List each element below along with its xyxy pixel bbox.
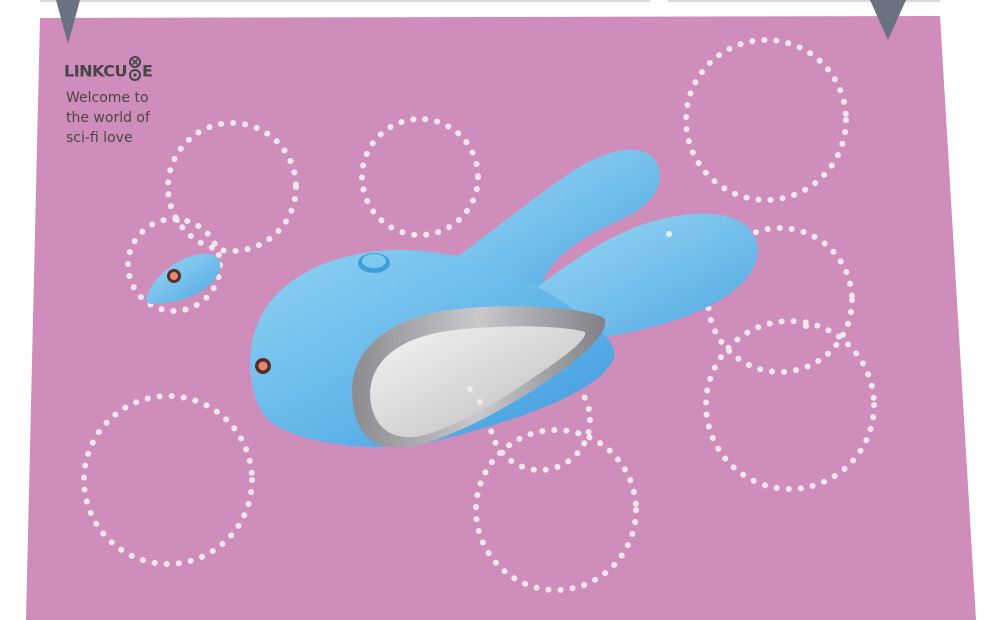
brand-logo[interactable]: LINKCU E — [64, 56, 153, 86]
tagline-line: Welcome to — [66, 90, 149, 106]
brand-logo-tail: E — [141, 61, 153, 81]
logo-cube-icon — [128, 56, 142, 86]
tagline-line: sci-fi love — [66, 130, 133, 146]
tagline-line: the world of — [66, 110, 150, 126]
brand-logo-text: LINKCU — [64, 61, 127, 81]
welcome-tagline: Welcome to the world of sci-fi love — [66, 88, 196, 148]
